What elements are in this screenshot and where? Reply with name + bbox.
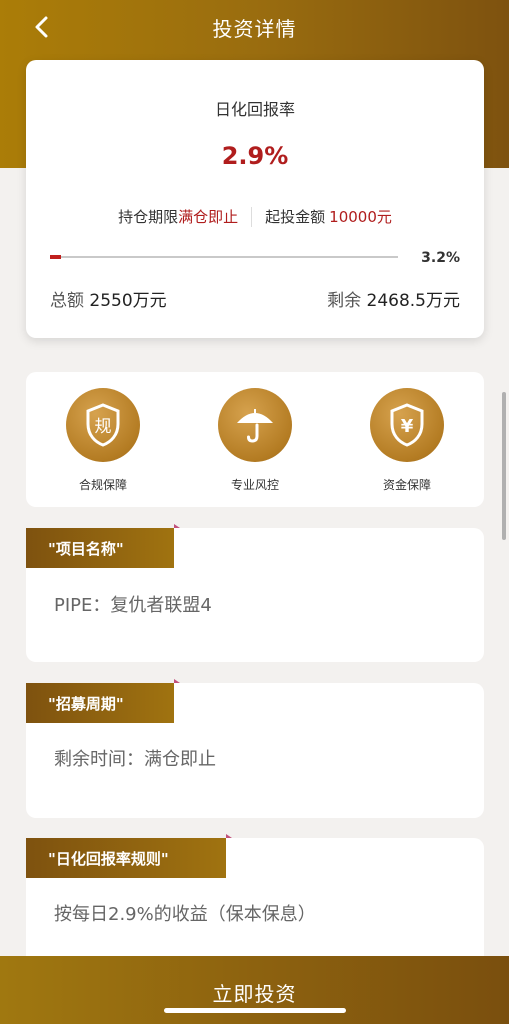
remaining-label: 剩余 [327,291,362,311]
recruit-period-value: 剩余时间：满仓即止 [54,749,216,770]
min-invest-value: 10000元 [329,208,392,226]
feature-risk-control[interactable]: 专业风控 [200,388,310,493]
divider [251,206,253,227]
project-name-section: "项目名称" PIPE：复仇者联盟4 [26,524,484,662]
tag-corner [174,524,180,528]
compliance-badge: 规 [66,388,140,462]
feature-compliance[interactable]: 规 合规保障 [48,388,158,493]
back-button[interactable] [28,12,56,42]
total-label: 总额 [50,291,84,311]
feature-label: 资金保障 [382,478,431,492]
investment-summary-card: 日化回报率 2.9% 持仓期限 满仓即止 起投金额 10000元 3.2% 总额… [26,60,484,338]
umbrella-icon [237,409,273,443]
totals-row: 总额 2550万元 剩余 2468.5万元 [50,286,460,311]
rate-label: 日化回报率 [214,100,295,119]
remaining-value: 2468.5万元 [366,291,460,311]
navigation-bar: 投资详情 [0,0,509,54]
home-indicator [164,1008,346,1013]
risk-control-badge [218,388,292,462]
scrollbar[interactable] [502,392,506,540]
svg-text:¥: ¥ [401,416,414,437]
svg-text:规: 规 [95,417,112,437]
page-title: 投资详情 [212,16,297,41]
section-tag: "招募周期" [26,679,180,723]
min-invest-label: 起投金额 [265,208,326,226]
section-tag: "日化回报率规则" [26,834,232,878]
remaining-amount: 剩余 2468.5万元 [327,286,460,311]
invest-now-label: 立即投资 [212,982,297,1006]
project-name-value: PIPE：复仇者联盟4 [54,595,212,616]
holding-period-label: 持仓期限 [118,208,179,226]
feature-label: 专业风控 [230,478,279,492]
total-amount: 总额 2550万元 [50,286,167,311]
holding-period-value: 满仓即止 [178,208,239,226]
return-rule-value: 按每日2.9%的收益（保本保息） [54,904,316,925]
shield-regulation-icon: 规 [86,403,120,447]
tag-corner [174,679,180,683]
shield-yen-icon: ¥ [390,403,424,447]
section-tag-label: "项目名称" [48,539,124,558]
section-tag: "项目名称" [26,524,180,568]
progress-fill [50,255,62,259]
recruit-period-section: "招募周期" 剩余时间：满仓即止 [26,679,484,818]
feature-fund-security[interactable]: ¥ 资金保障 [352,388,462,493]
fund-security-badge: ¥ [370,388,444,462]
progress-bar [50,255,398,259]
total-value: 2550万元 [89,291,167,311]
tag-corner [226,834,232,838]
rate-value: 2.9% [221,142,289,170]
progress-percent: 3.2% [421,250,460,266]
guarantee-features: 规 合规保障 专业风控 ¥ 资金保障 [26,372,484,507]
terms-row: 持仓期限 满仓即止 起投金额 10000元 [26,206,484,227]
invest-now-button[interactable]: 立即投资 [0,956,509,1024]
chevron-left-icon [35,16,48,38]
feature-label: 合规保障 [78,478,127,492]
section-tag-label: "招募周期" [48,694,124,713]
section-tag-label: "日化回报率规则" [48,849,169,868]
